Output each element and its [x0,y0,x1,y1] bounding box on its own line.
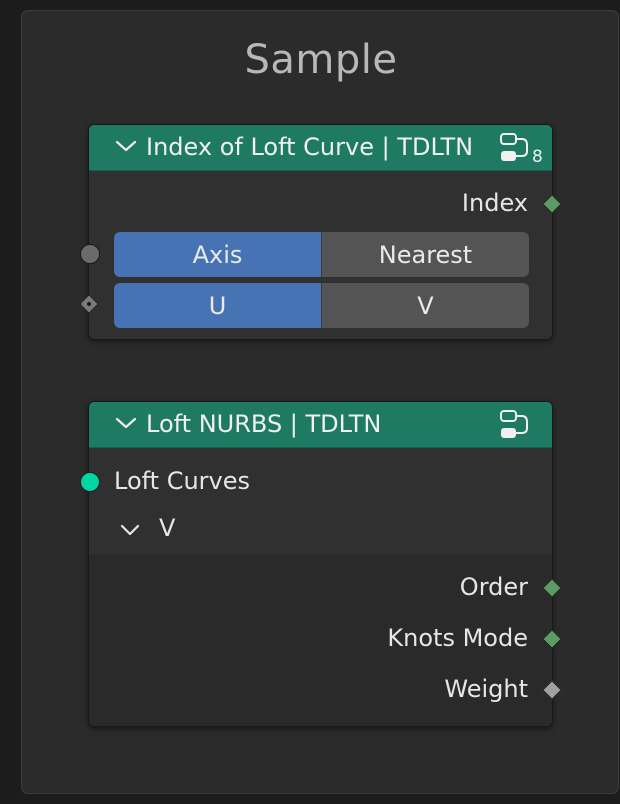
toggle-option-v[interactable]: V [321,283,529,328]
output-label-knots-mode: Knots Mode [387,624,528,652]
panel-v-contents: Order Knots Mode Weight [89,554,562,726]
node-loft-nurbs[interactable]: Loft NURBS | TDLTN Loft Curves V Order K… [80,401,562,727]
uv-toggle[interactable]: U V [114,283,529,328]
toggle-option-axis[interactable]: Axis [114,232,321,277]
node-badge: 8 [532,147,543,167]
input-socket-axis-mode[interactable] [80,244,100,264]
node-title: Loft NURBS | TDLTN [146,410,382,438]
node-group-icon[interactable] [499,408,535,442]
panel-chevron-down-icon[interactable] [119,522,141,538]
node-header[interactable]: Index of Loft Curve | TDLTN 8 [89,125,552,171]
output-label-index: Index [461,189,528,217]
collapse-chevron-icon[interactable] [115,137,137,155]
toggle-option-nearest[interactable]: Nearest [321,232,529,277]
node-header[interactable]: Loft NURBS | TDLTN [89,402,552,448]
toggle-option-u[interactable]: U [114,283,321,328]
input-socket-loft-curves[interactable] [80,472,100,492]
collapse-chevron-icon[interactable] [115,414,137,432]
node-index-of-loft-curve[interactable]: Index of Loft Curve | TDLTN 8 Index Axis… [79,124,562,340]
output-label-order: Order [459,573,528,601]
axis-mode-toggle[interactable]: Axis Nearest [114,232,529,277]
input-label-loft-curves: Loft Curves [114,467,251,495]
panel-label-v[interactable]: V [159,514,175,542]
frame-title: Sample [244,37,398,83]
socket-dot [86,301,92,307]
node-group-icon[interactable] [499,131,535,165]
node-title: Index of Loft Curve | TDLTN [146,133,474,161]
output-label-weight: Weight [444,675,528,703]
